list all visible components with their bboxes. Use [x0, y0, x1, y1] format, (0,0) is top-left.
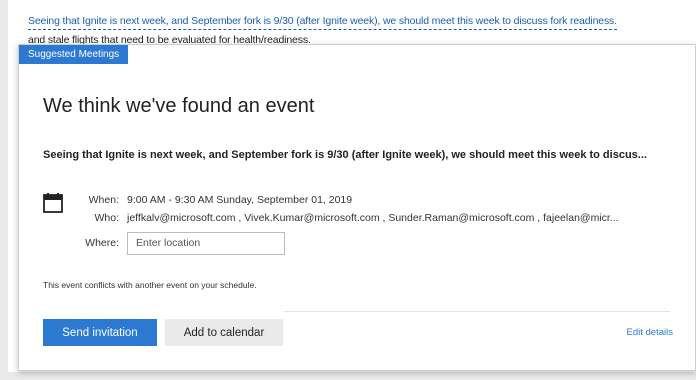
- calendar-icon: [43, 193, 63, 213]
- page: Seeing that Ignite is next week, and Sep…: [0, 0, 696, 380]
- add-to-calendar-button[interactable]: Add to calendar: [165, 319, 283, 346]
- edit-details-link[interactable]: Edit details: [627, 327, 673, 338]
- suggested-meeting-card: Suggested Meetings We think we've found …: [18, 44, 696, 371]
- when-value: 9:00 AM - 9:30 AM Sunday, September 01, …: [127, 194, 353, 206]
- divider: [284, 311, 670, 312]
- send-invitation-button[interactable]: Send invitation: [43, 319, 157, 346]
- who-value: jeffkalv@microsoft.com , Vivek.Kumar@mic…: [127, 212, 619, 224]
- who-label: Who:: [94, 212, 119, 224]
- when-row: When: 9:00 AM - 9:30 AM Sunday, Septembe…: [74, 191, 674, 209]
- event-summary: Seeing that Ignite is next week, and Sep…: [43, 149, 647, 161]
- suggested-meetings-tab: Suggested Meetings: [19, 45, 129, 64]
- email-text: Seeing that Ignite is next week, and Sep…: [28, 15, 696, 46]
- where-label: Where:: [85, 237, 119, 249]
- where-row: Where:: [74, 229, 674, 257]
- when-label: When:: [88, 194, 119, 206]
- conflict-warning: This event conflicts with another event …: [43, 280, 257, 290]
- card-heading: We think we've found an event: [43, 95, 315, 117]
- event-details: When: 9:00 AM - 9:30 AM Sunday, Septembe…: [74, 191, 674, 257]
- location-input[interactable]: [127, 231, 285, 255]
- who-row: Who: jeffkalv@microsoft.com , Vivek.Kuma…: [74, 209, 674, 227]
- detected-meeting-sentence[interactable]: Seeing that Ignite is next week, and Sep…: [28, 15, 617, 30]
